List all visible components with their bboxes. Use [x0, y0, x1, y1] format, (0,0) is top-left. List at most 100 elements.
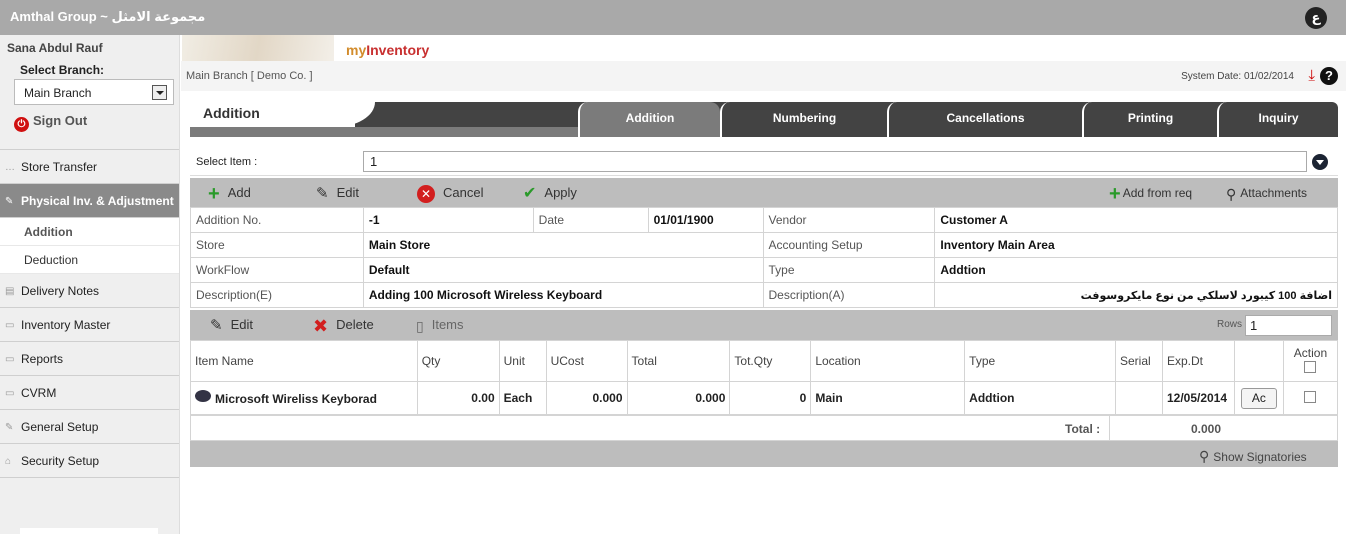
delete-x-icon: ✖ — [313, 315, 329, 336]
cancel-label: Cancel — [443, 185, 484, 200]
main-content: myInventory Main Branch [ Demo Co. ] Sys… — [181, 35, 1346, 534]
attachments-button[interactable]: ⚲ Attachments — [1226, 178, 1307, 208]
sign-out-link[interactable]: ⏻ Sign Out — [14, 113, 87, 132]
cell-exp-dt: 12/05/2014 — [1161, 381, 1235, 415]
edit-button[interactable]: ✎ Edit — [316, 178, 359, 208]
rows-input[interactable]: 1 — [1245, 315, 1332, 336]
grid-delete-label: Delete — [336, 317, 374, 332]
tab-printing[interactable]: Printing — [1082, 102, 1217, 137]
desc-a-value[interactable]: اضافة 100 كيبورد لاسلكي من نوع مايكروسوف… — [934, 282, 1338, 308]
select-all-checkbox[interactable] — [1304, 360, 1317, 373]
sidebar-item-physical-inv[interactable]: ✎ Physical Inv. & Adjustment — [0, 184, 179, 218]
store-value[interactable]: Main Store — [362, 232, 764, 258]
ac-button[interactable]: Ac — [1240, 387, 1277, 409]
cancel-button[interactable]: ✕ Cancel — [417, 178, 483, 208]
sidebar-item-cvrm[interactable]: ▭ CVRM — [0, 376, 179, 410]
grid-items-button[interactable]: ▯ Items — [416, 310, 464, 340]
top-bar: Amthal Group ~ مجموعة الامثل ع — [0, 0, 1346, 35]
cvrm-icon: ▭ — [5, 388, 15, 399]
sidebar-item-delivery-notes[interactable]: ▤ Delivery Notes — [0, 274, 179, 308]
sidebar-item-store-transfer[interactable]: … Store Transfer — [0, 150, 179, 184]
comment-icon[interactable] — [195, 390, 211, 402]
table-row[interactable]: Microsoft Wireliss Keyborad 0.00 Each 0.… — [190, 381, 1339, 415]
rows-label: Rows — [1217, 319, 1243, 330]
desc-e-value[interactable]: Adding 100 Microsoft Wireless Keyboard — [362, 282, 764, 308]
power-icon: ⏻ — [14, 117, 29, 132]
row-checkbox[interactable] — [1304, 390, 1317, 403]
branch-select-value: Main Branch — [24, 86, 92, 100]
apply-button[interactable]: ✔ Apply — [523, 178, 577, 208]
addition-no-label: Addition No. — [190, 207, 364, 233]
language-toggle-icon[interactable]: ع — [1305, 7, 1327, 29]
system-date: System Date: 01/02/2014 — [1181, 71, 1294, 82]
sidebar-item-security-setup[interactable]: ⌂ Security Setup — [0, 444, 179, 478]
banner-graphic — [182, 35, 334, 61]
accounting-value[interactable]: Inventory Main Area — [934, 232, 1338, 258]
select-item-input[interactable]: 1 — [363, 151, 1307, 172]
cancel-icon: ✕ — [417, 184, 435, 203]
col-location: Location — [810, 340, 966, 382]
tab-inquiry[interactable]: Inquiry — [1217, 102, 1338, 137]
total-label: Total : — [1065, 422, 1101, 436]
apply-label: Apply — [544, 185, 577, 200]
sidebar-subitem-addition[interactable]: Addition — [0, 218, 179, 246]
col-type: Type — [964, 340, 1116, 382]
delivery-icon: ▤ — [5, 286, 15, 297]
items-grid: Item Name Qty Unit UCost Total Tot.Qty L… — [190, 340, 1339, 415]
sidebar-item-label: CVRM — [21, 386, 57, 400]
branch-label: Select Branch: — [20, 63, 105, 77]
workflow-value[interactable]: Default — [362, 257, 764, 283]
col-ucost: UCost — [545, 340, 628, 382]
pin-icon: ⚲ — [1199, 448, 1210, 464]
add-from-req-button[interactable]: + Add from req — [1109, 178, 1192, 208]
app-title: Amthal Group ~ مجموعة الامثل — [10, 9, 206, 24]
sidebar-item-general-setup[interactable]: ✎ General Setup — [0, 410, 179, 444]
cell-item-name: Microsoft Wireliss Keyborad — [190, 381, 418, 415]
sidebar-item-inventory-master[interactable]: ▭ Inventory Master — [0, 308, 179, 342]
pencil-icon: ✎ — [210, 316, 223, 334]
pdf-icon[interactable]: ⤓ — [1308, 67, 1315, 84]
signatories-bar: ⚲ Show Signatories — [190, 441, 1338, 467]
logo-inventory: Inventory — [366, 42, 430, 58]
sidebar-item-reports[interactable]: ▭ Reports — [0, 342, 179, 376]
tab-numbering[interactable]: Numbering — [720, 102, 887, 137]
sidebar-item-label: Physical Inv. & Adjustment — [21, 194, 174, 208]
select-item-row: Select Item : 1 — [190, 148, 1338, 176]
vendor-label: Vendor — [762, 207, 936, 233]
vendor-value[interactable]: Customer A — [934, 207, 1338, 233]
tab-bar: Addition Addition Numbering Cancellation… — [190, 102, 1338, 137]
col-tot-qty: Tot.Qty — [729, 340, 812, 382]
tab-addition[interactable]: Addition — [578, 102, 720, 137]
checkmark-icon: ✔ — [523, 184, 537, 202]
type-value[interactable]: Addtion — [934, 257, 1338, 283]
cell-action — [1282, 381, 1339, 415]
help-icon[interactable]: ? — [1320, 67, 1338, 85]
grid-edit-button[interactable]: ✎ Edit — [210, 310, 253, 340]
sidebar-item-label: Reports — [21, 352, 64, 366]
sidebar-item-label: Security Setup — [21, 454, 100, 468]
reports-icon: ▭ — [5, 354, 15, 365]
attachments-label: Attachments — [1240, 186, 1307, 200]
store-transfer-icon: … — [5, 162, 15, 173]
type-label: Type — [762, 257, 936, 283]
app-logo: myInventory — [346, 42, 429, 58]
branch-select[interactable]: Main Branch — [14, 79, 174, 105]
cell-location: Main — [810, 381, 966, 415]
chevron-down-icon[interactable] — [152, 85, 167, 100]
cell-ucost: 0.000 — [545, 381, 628, 415]
add-button[interactable]: + Add — [208, 178, 251, 208]
dropdown-circle-icon[interactable] — [1312, 154, 1328, 170]
main-toolbar: + Add ✎ Edit ✕ Cancel ✔ Apply + Add from req … — [190, 178, 1338, 208]
show-signatories-button[interactable]: ⚲ Show Signatories — [1199, 448, 1307, 465]
breadcrumb-bar: Main Branch [ Demo Co. ] System Date: 01… — [181, 61, 1346, 91]
col-exp-dt: Exp.Dt — [1161, 340, 1235, 382]
sidebar-subitem-deduction[interactable]: Deduction — [0, 246, 179, 274]
inventory-icon: ▭ — [5, 320, 15, 331]
date-value[interactable]: 01/01/1900 — [647, 207, 764, 233]
page-title: Addition — [203, 105, 260, 121]
addition-no-value[interactable]: -1 — [362, 207, 534, 233]
total-divider — [1109, 416, 1110, 440]
tab-cancellations[interactable]: Cancellations — [887, 102, 1082, 137]
grid-delete-button[interactable]: ✖ Delete — [313, 310, 374, 340]
col-action: Action — [1282, 340, 1339, 382]
